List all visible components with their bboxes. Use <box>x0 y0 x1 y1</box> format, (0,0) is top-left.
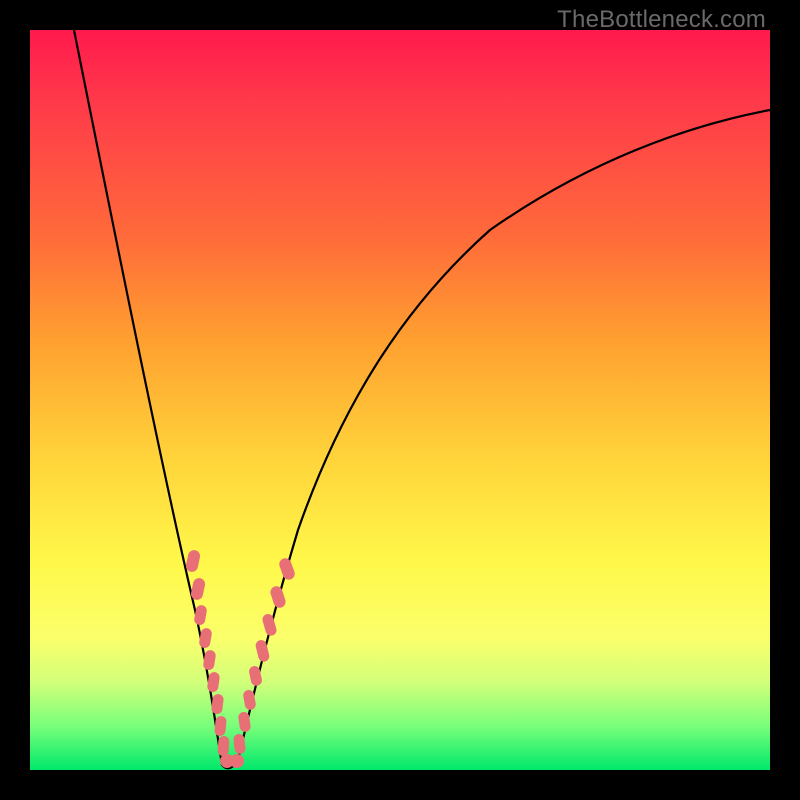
watermark-text: TheBottleneck.com <box>557 6 766 34</box>
beads-right <box>230 557 296 768</box>
plot-area <box>30 30 770 770</box>
chart-frame: TheBottleneck.com <box>0 0 800 800</box>
beads-left <box>185 549 234 768</box>
bottleneck-curve <box>74 30 770 768</box>
bottleneck-curve-svg <box>30 30 770 770</box>
